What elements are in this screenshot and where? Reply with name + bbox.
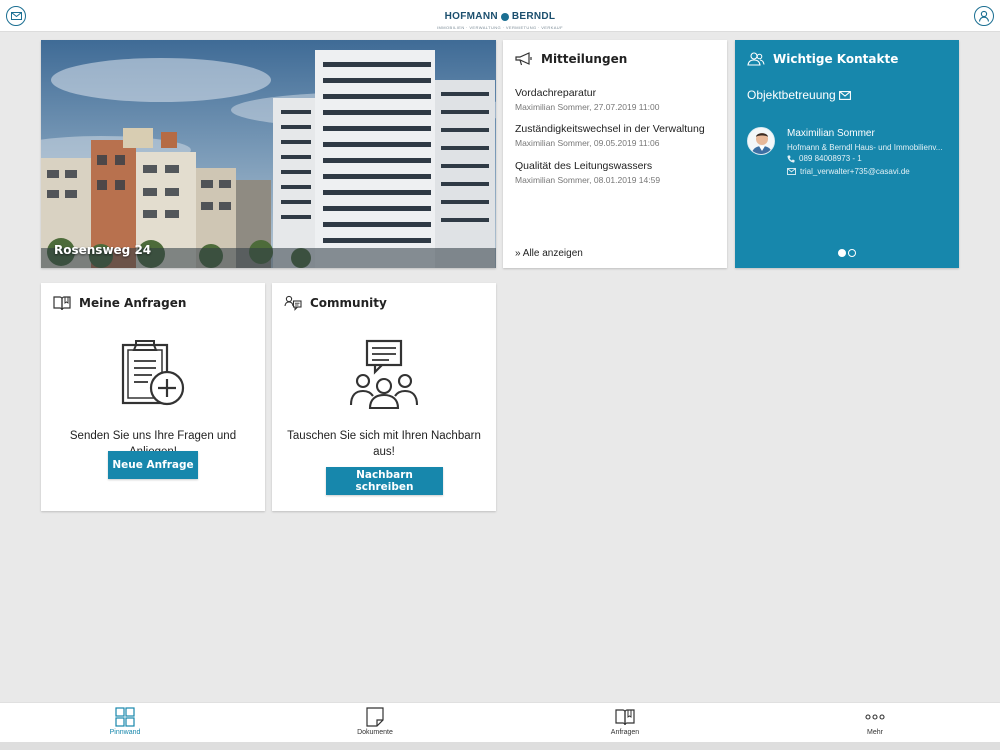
more-icon — [865, 714, 885, 720]
nav-label-anfragen: Anfragen — [610, 729, 640, 736]
contacts-card-title: Wichtige Kontakte — [747, 52, 898, 66]
logo-text-left: HOFMANN — [444, 11, 498, 22]
news-item[interactable]: Qualität des Leitungswassers Maximilian … — [515, 160, 720, 185]
community-description: Tauschen Sie sich mit Ihren Nachbarn aus… — [287, 430, 481, 458]
property-hero-card[interactable]: Rosensweg 24 — [41, 40, 496, 268]
requests-title-text: Meine Anfragen — [79, 296, 187, 310]
megaphone-icon — [515, 52, 532, 66]
contact-company: Hofmann & Berndl Haus- und Immobilienv..… — [787, 143, 943, 152]
pagination-dot[interactable] — [848, 249, 856, 257]
mail-icon — [838, 90, 851, 100]
news-item[interactable]: Vordachreparatur Maximilian Sommer, 27.0… — [515, 87, 720, 112]
news-title-text: Mitteilungen — [541, 52, 628, 66]
news-card: Mitteilungen Vordachreparatur Maximilian… — [503, 40, 727, 268]
nav-item-dokumente[interactable]: Dokumente — [250, 703, 500, 742]
contact-phone-row[interactable]: 089 84008973 - 1 — [787, 154, 862, 163]
document-icon — [366, 707, 384, 727]
mail-icon — [787, 168, 796, 175]
news-item-title: Vordachreparatur — [515, 87, 597, 99]
nav-label-dokumente: Dokumente — [357, 729, 393, 736]
nav-item-anfragen[interactable]: Anfragen — [500, 703, 750, 742]
object-manager-link[interactable]: Objektbetreuung — [747, 88, 851, 102]
property-name: Rosensweg 24 — [54, 243, 152, 257]
news-item-meta: Maximilian Sommer, 08.01.2019 14:59 — [515, 175, 661, 185]
contacts-card: Wichtige Kontakte Objektbetreuung Maximi… — [735, 40, 959, 268]
news-card-title: Mitteilungen — [515, 52, 627, 66]
profile-button[interactable] — [974, 6, 994, 26]
nav-label-mehr: Mehr — [867, 729, 883, 736]
object-manager-label: Objektbetreuung — [747, 88, 836, 102]
news-item-meta: Maximilian Sommer, 09.05.2019 11:06 — [515, 138, 660, 148]
community-icon — [284, 295, 302, 311]
community-title-text: Community — [310, 296, 387, 310]
news-item-meta: Maximilian Sommer, 27.07.2019 11:00 — [515, 102, 660, 112]
avatar — [747, 127, 775, 155]
logo-globe-icon — [500, 12, 509, 21]
community-card: Community Tauschen Sie sich mit Ihren Na… — [272, 283, 496, 511]
contact-email-row[interactable]: trial_verwalter+735@casavi.de — [787, 167, 910, 176]
contact-name: Maximilian Sommer — [787, 128, 875, 139]
phone-icon — [787, 155, 795, 163]
book-icon — [53, 296, 71, 311]
logo-subtitle: IMMOBILIEN · VERWALTUNG · VERMIETUNG · V… — [437, 25, 563, 30]
contacts-title-text: Wichtige Kontakte — [773, 52, 899, 66]
news-item-title: Qualität des Leitungswassers — [515, 160, 653, 172]
community-card-title: Community — [284, 295, 387, 311]
home-indicator-bar — [0, 742, 1000, 750]
news-item[interactable]: Zuständigkeitswechsel in der Verwaltung … — [515, 123, 720, 148]
clipboard-add-icon — [41, 339, 265, 409]
contact-phone: 089 84008973 - 1 — [799, 154, 862, 163]
contact-email: trial_verwalter+735@casavi.de — [800, 167, 910, 176]
company-logo: HOFMANN BERNDL IMMOBILIEN · VERWALTUNG ·… — [0, 6, 1000, 30]
requests-card: Meine Anfragen Senden Sie uns Ihre Frage… — [41, 283, 265, 511]
news-item-title: Zuständigkeitswechsel in der Verwaltung — [515, 123, 705, 135]
nav-item-mehr[interactable]: Mehr — [750, 703, 1000, 742]
nav-label-pinnwand: Pinnwand — [109, 729, 141, 736]
new-request-button[interactable]: Neue Anfrage — [108, 451, 198, 479]
app-header: HOFMANN BERNDL IMMOBILIEN · VERWALTUNG ·… — [0, 0, 1000, 32]
grid-icon — [115, 707, 135, 727]
bottom-navigation: Pinnwand Dokumente Anfragen Mehr — [0, 702, 1000, 742]
pagination-dot-active[interactable] — [838, 249, 846, 257]
requests-card-title: Meine Anfragen — [53, 295, 186, 311]
write-neighbors-button[interactable]: Nachbarn schreiben — [326, 467, 443, 495]
property-photo — [41, 40, 496, 268]
users-icon — [747, 52, 765, 66]
logo-text-right: BERNDL — [511, 11, 556, 22]
show-all-link[interactable]: » Alle anzeigen — [515, 248, 583, 259]
community-group-icon — [272, 339, 496, 409]
nav-item-pinnwand[interactable]: Pinnwand — [0, 703, 250, 742]
book-icon — [615, 709, 635, 726]
user-icon — [978, 10, 990, 22]
carousel-pagination — [735, 249, 959, 257]
